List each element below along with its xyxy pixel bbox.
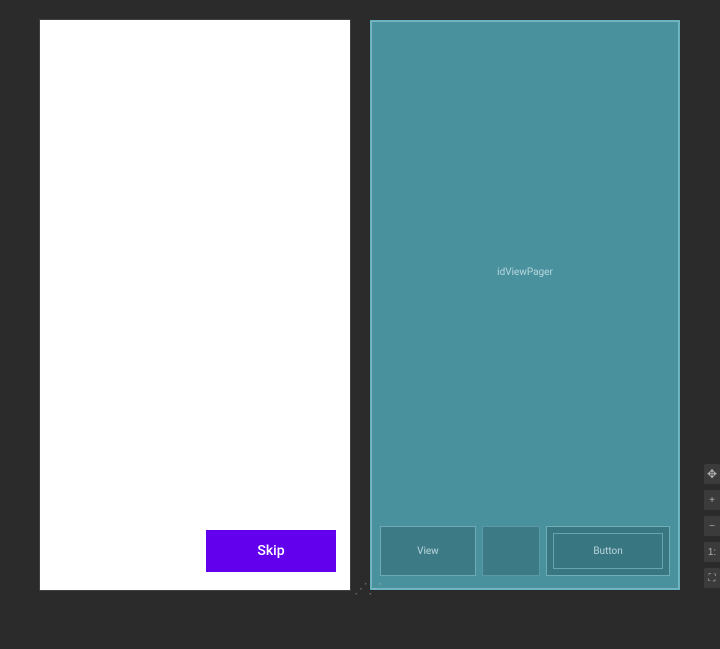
blueprint-bottom-bar: View Button xyxy=(380,526,670,576)
zoom-fit-button[interactable]: ⛶ xyxy=(704,568,720,588)
design-preview-frame: Skip xyxy=(40,20,350,590)
blueprint-preview-frame: idViewPager View Button xyxy=(370,20,680,590)
design-surface[interactable]: Skip xyxy=(40,20,350,590)
blueprint-button-slot[interactable]: Button xyxy=(546,526,670,576)
pan-tool-button[interactable]: ✥ xyxy=(704,464,720,484)
zoom-out-button[interactable]: − xyxy=(704,516,720,536)
layout-editor-canvas: Skip idViewPager View Button xyxy=(0,0,720,649)
blueprint-view-slot[interactable]: View xyxy=(380,526,476,576)
blueprint-surface[interactable]: idViewPager View Button xyxy=(370,20,680,590)
blueprint-button-inner: Button xyxy=(553,533,663,569)
zoom-toolbar: ✥ + − 1: ⛶ xyxy=(702,460,720,592)
zoom-in-button[interactable]: + xyxy=(704,490,720,510)
blueprint-spacer[interactable] xyxy=(482,526,540,576)
blueprint-viewpager-label: idViewPager xyxy=(497,267,553,278)
blueprint-button-label: Button xyxy=(593,546,622,557)
blueprint-view-label: View xyxy=(417,546,439,557)
zoom-scale-button[interactable]: 1: xyxy=(704,542,720,562)
blueprint-viewpager[interactable]: idViewPager View Button xyxy=(371,21,679,589)
skip-button[interactable]: Skip xyxy=(206,530,336,572)
